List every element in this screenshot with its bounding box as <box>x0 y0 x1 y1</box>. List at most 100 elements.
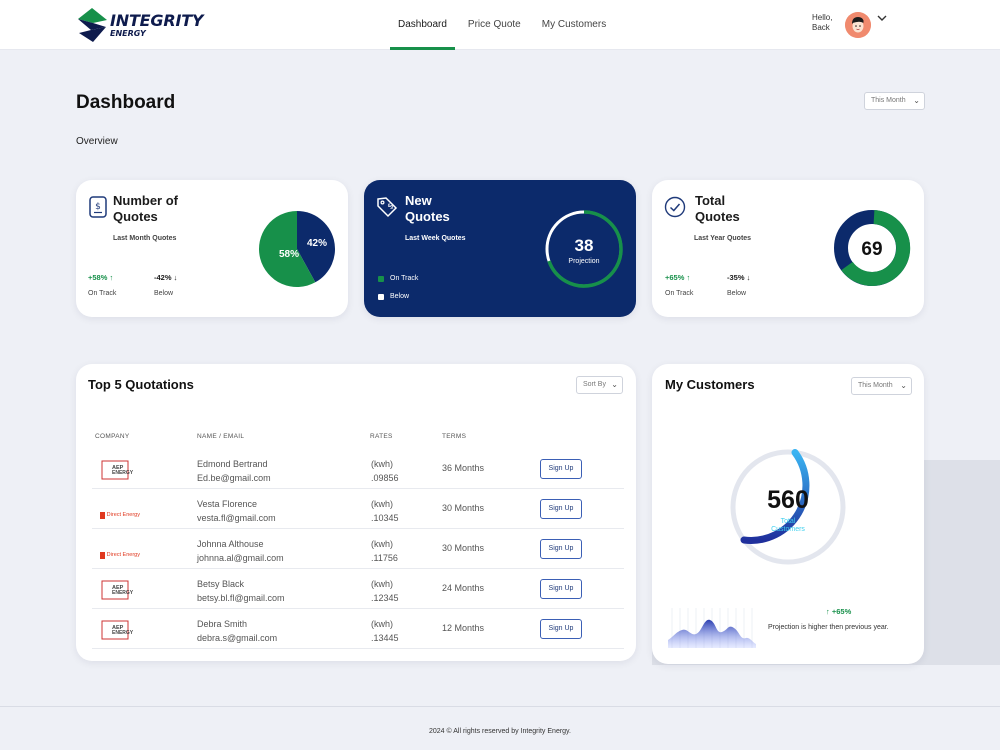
invoice-dollar-icon: $ <box>89 196 107 218</box>
chevron-down-icon: ⌄ <box>611 380 618 389</box>
section-title: Top 5 Quotations <box>88 377 194 392</box>
on-track-stat: +58% ↑ On Track <box>88 273 117 297</box>
card-title: New Quotes <box>405 193 450 224</box>
top-quotations-card: Top 5 Quotations Sort By ⌄ COMPANY NAME /… <box>76 364 636 661</box>
customer-name-email: Vesta Florence vesta.fl@gmail.com <box>197 499 276 523</box>
direct-energy-logo: Direct Energy <box>100 504 140 526</box>
sign-up-button[interactable]: Sign Up <box>540 539 582 559</box>
period-select[interactable]: This Month ⌄ <box>864 92 925 110</box>
new-quotes-card: $ New Quotes Last Week Quotes On Track B… <box>364 180 636 317</box>
rate-cell: (kwh) .13445 <box>371 619 399 643</box>
check-circle-icon <box>664 196 686 218</box>
term-cell: 30 Months <box>442 543 485 553</box>
chevron-down-icon: ⌄ <box>900 381 907 390</box>
aep-energy-logo: AEP ENERGY <box>101 460 134 480</box>
svg-text:$: $ <box>95 202 101 212</box>
projection-label: Projection <box>568 258 599 265</box>
growth-value: ↑ +65% <box>826 607 852 616</box>
aep-energy-logo: AEP ENERGY <box>101 580 134 600</box>
arrow-down-icon: ↓ <box>173 273 178 282</box>
term-cell: 24 Months <box>442 583 485 593</box>
sort-by-select[interactable]: Sort By ⌄ <box>576 376 623 394</box>
table-row: Direct Energy Vesta Florence vesta.fl@gm… <box>92 489 624 529</box>
sign-up-button[interactable]: Sign Up <box>540 619 582 639</box>
total-customers-label: Total <box>781 518 796 525</box>
brand-tagline: ENERGY <box>110 28 146 38</box>
card-title: Total Quotes <box>695 193 740 224</box>
svg-text:ENERGY: ENERGY <box>112 630 134 636</box>
projection-ring: 38 Projection <box>545 210 623 288</box>
aep-energy-logo: AEP ENERGY <box>101 620 134 640</box>
rate-cell: (kwh) .11756 <box>371 539 398 563</box>
nav-dashboard[interactable]: Dashboard <box>390 0 455 50</box>
total-quotes-value: 69 <box>861 239 882 260</box>
number-of-quotes-card: $ Number of Quotes Last Month Quotes +58… <box>76 180 348 317</box>
sign-up-button[interactable]: Sign Up <box>540 459 582 479</box>
term-cell: 12 Months <box>442 623 485 633</box>
chevron-down-icon: ⌄ <box>913 96 920 105</box>
sign-up-button[interactable]: Sign Up <box>540 579 582 599</box>
rate-cell: (kwh) .10345 <box>371 499 399 523</box>
rate-cell: (kwh) .12345 <box>371 579 399 603</box>
top-navigation-bar: INTEGRITY ENERGY Dashboard Price Quote M… <box>0 0 1000 50</box>
period-select[interactable]: This Month ⌄ <box>851 377 912 395</box>
main-nav: Dashboard Price Quote My Customers <box>390 0 619 50</box>
term-cell: 36 Months <box>442 463 485 473</box>
customer-name-email: Edmond Bertrand Ed.be@gmail.com <box>197 459 271 483</box>
card-subtitle: Last Month Quotes <box>113 235 177 242</box>
brand-name: INTEGRITY <box>110 10 204 30</box>
pie-label-green: 58% <box>279 249 299 260</box>
chevron-down-icon[interactable] <box>877 14 887 25</box>
svg-text:ENERGY: ENERGY <box>112 590 134 596</box>
price-tag-icon: $ <box>377 197 398 218</box>
section-title: My Customers <box>665 377 755 392</box>
table-row: AEP ENERGY Edmond Bertrand Ed.be@gmail.c… <box>92 449 624 489</box>
total-customers-value: 560 <box>767 486 809 514</box>
arrow-down-icon: ↓ <box>746 273 751 282</box>
page-title: Dashboard <box>76 92 176 113</box>
card-subtitle: Last Year Quotes <box>694 235 752 242</box>
total-quotes-card: Total Quotes Last Year Quotes +65% ↑ On … <box>652 180 924 317</box>
legend-swatch-green <box>378 275 384 282</box>
total-quotes-donut: 69 <box>834 210 911 286</box>
legend-below: Below <box>378 293 409 300</box>
card-title: Number of Quotes <box>113 193 178 224</box>
projection-sparkline <box>668 608 756 648</box>
arrow-up-icon: ↑ <box>826 607 830 616</box>
my-customers-card: My Customers This Month ⌄ 560 Total Custo… <box>652 364 924 664</box>
below-stat: -42% ↓ Below <box>154 273 178 297</box>
avatar-icon[interactable] <box>845 12 871 38</box>
logo-mark-icon <box>78 8 107 42</box>
column-header-terms: TERMS <box>442 433 467 440</box>
table-row: AEP ENERGY Debra Smith debra.s@gmail.com… <box>92 609 624 649</box>
customer-name-email: Debra Smith debra.s@gmail.com <box>197 619 278 643</box>
below-stat: -35% ↓ Below <box>727 273 751 297</box>
rate-cell: (kwh) .09856 <box>371 459 399 483</box>
footer: 2024 © All rights reserved by Integrity … <box>0 706 1000 750</box>
sign-up-button[interactable]: Sign Up <box>540 499 582 519</box>
greeting: Hello, Back <box>812 13 833 32</box>
table-row: Direct Energy Johnna Althouse johnna.al@… <box>92 529 624 569</box>
svg-text:ENERGY: ENERGY <box>112 470 134 476</box>
nav-my-customers[interactable]: My Customers <box>534 0 614 50</box>
arrow-up-icon: ↑ <box>686 273 691 282</box>
on-track-stat: +65% ↑ On Track <box>665 273 694 297</box>
section-subtitle: Overview <box>76 136 118 147</box>
legend-on-track: On Track <box>378 275 418 282</box>
arrow-up-icon: ↑ <box>109 273 114 282</box>
customer-name-email: Johnna Althouse johnna.al@gmail.com <box>197 539 284 563</box>
column-header-company: COMPANY <box>95 433 130 440</box>
nav-price-quote[interactable]: Price Quote <box>460 0 529 50</box>
pie-label-navy: 42% <box>307 238 327 249</box>
card-subtitle: Last Week Quotes <box>405 235 466 242</box>
total-customers-ring: 560 Total Customers <box>730 449 846 565</box>
legend-swatch-white <box>378 293 384 300</box>
column-header-name: NAME / EMAIL <box>197 433 245 440</box>
footer-text: 2024 © All rights reserved by Integrity … <box>429 728 571 735</box>
column-header-rates: RATES <box>370 433 393 440</box>
table-row: AEP ENERGY Betsy Black betsy.bl.fl@gmail… <box>92 569 624 609</box>
integrity-energy-logo[interactable]: INTEGRITY ENERGY <box>76 7 203 43</box>
projection-value: 38 <box>575 236 594 255</box>
customer-name-email: Betsy Black betsy.bl.fl@gmail.com <box>197 579 285 603</box>
term-cell: 30 Months <box>442 503 485 513</box>
